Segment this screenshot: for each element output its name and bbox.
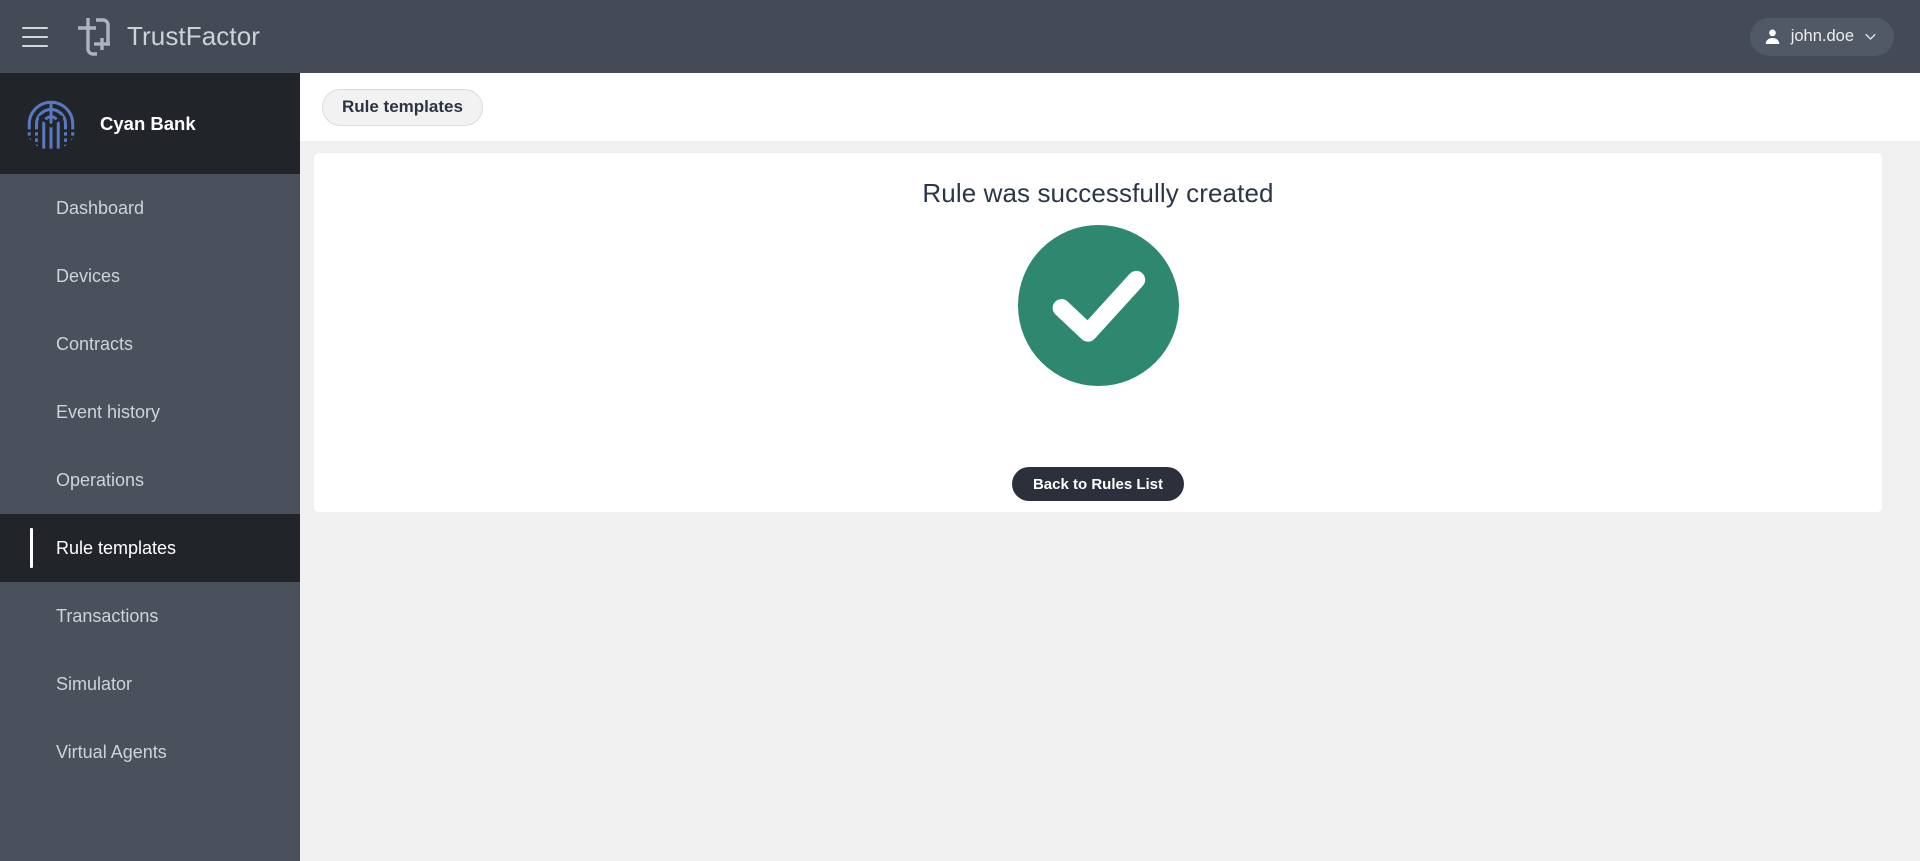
success-icon-wrap xyxy=(1017,225,1179,386)
sidebar-item-virtual-agents[interactable]: Virtual Agents xyxy=(0,718,300,786)
hamburger-bar xyxy=(22,44,48,47)
sidebar-item-rule-templates[interactable]: Rule templates xyxy=(0,514,300,582)
sidebar-item-label: Virtual Agents xyxy=(56,741,167,762)
trustfactor-logo-icon xyxy=(78,17,110,56)
sidebar: Cyan Bank Dashboard Devices Contracts Ev… xyxy=(0,73,300,861)
sidebar-item-operations[interactable]: Operations xyxy=(0,446,300,514)
sidebar-item-label: Rule templates xyxy=(56,537,177,558)
success-check-circle-icon xyxy=(1017,225,1179,386)
sidebar-org-header[interactable]: Cyan Bank xyxy=(0,73,300,174)
breadcrumb-item-rule-templates[interactable]: Rule templates xyxy=(322,88,483,126)
sidebar-item-label: Operations xyxy=(56,469,145,490)
hamburger-bar xyxy=(22,35,48,38)
user-menu-button[interactable]: john.doe xyxy=(1749,17,1894,56)
body-row: Cyan Bank Dashboard Devices Contracts Ev… xyxy=(0,73,1920,861)
hamburger-icon[interactable] xyxy=(22,26,48,47)
sidebar-item-transactions[interactable]: Transactions xyxy=(0,582,300,650)
page-title: Rule was successfully created xyxy=(922,178,1274,208)
sidebar-item-label: Simulator xyxy=(56,673,133,694)
hamburger-bar xyxy=(22,26,48,29)
sidebar-item-label: Contracts xyxy=(56,333,134,354)
sidebar-item-devices[interactable]: Devices xyxy=(0,242,300,310)
sidebar-item-label: Transactions xyxy=(56,605,159,626)
sidebar-nav: Dashboard Devices Contracts Event histor… xyxy=(0,174,300,786)
sidebar-item-label: Devices xyxy=(56,265,121,286)
main-content: Rule templates Rule was successfully cre… xyxy=(300,73,1920,861)
breadcrumb: Rule templates xyxy=(300,73,1920,141)
sidebar-item-label: Event history xyxy=(56,401,161,422)
app-brand[interactable]: TrustFactor xyxy=(74,16,260,58)
top-bar: TrustFactor john.doe xyxy=(0,0,1920,73)
sidebar-item-event-history[interactable]: Event history xyxy=(0,378,300,446)
user-avatar-icon xyxy=(1765,29,1779,45)
chevron-down-icon xyxy=(1865,33,1876,40)
sidebar-item-dashboard[interactable]: Dashboard xyxy=(0,174,300,242)
sidebar-item-contracts[interactable]: Contracts xyxy=(0,310,300,378)
sidebar-item-label: Dashboard xyxy=(56,197,145,218)
user-name: john.doe xyxy=(1790,27,1854,45)
success-card: Rule was successfully created Back to Ru… xyxy=(314,153,1882,512)
back-to-rules-list-button[interactable]: Back to Rules List xyxy=(1011,467,1185,501)
content-area: Rule was successfully created Back to Ru… xyxy=(300,141,1920,861)
org-name: Cyan Bank xyxy=(100,112,196,134)
cyan-bank-logo-icon xyxy=(24,97,78,150)
success-actions: Back to Rules List xyxy=(1011,467,1185,501)
app-root: TrustFactor john.doe Cyan Bank Dashboard… xyxy=(0,0,1920,861)
sidebar-item-simulator[interactable]: Simulator xyxy=(0,650,300,718)
app-title: TrustFactor xyxy=(127,21,261,51)
